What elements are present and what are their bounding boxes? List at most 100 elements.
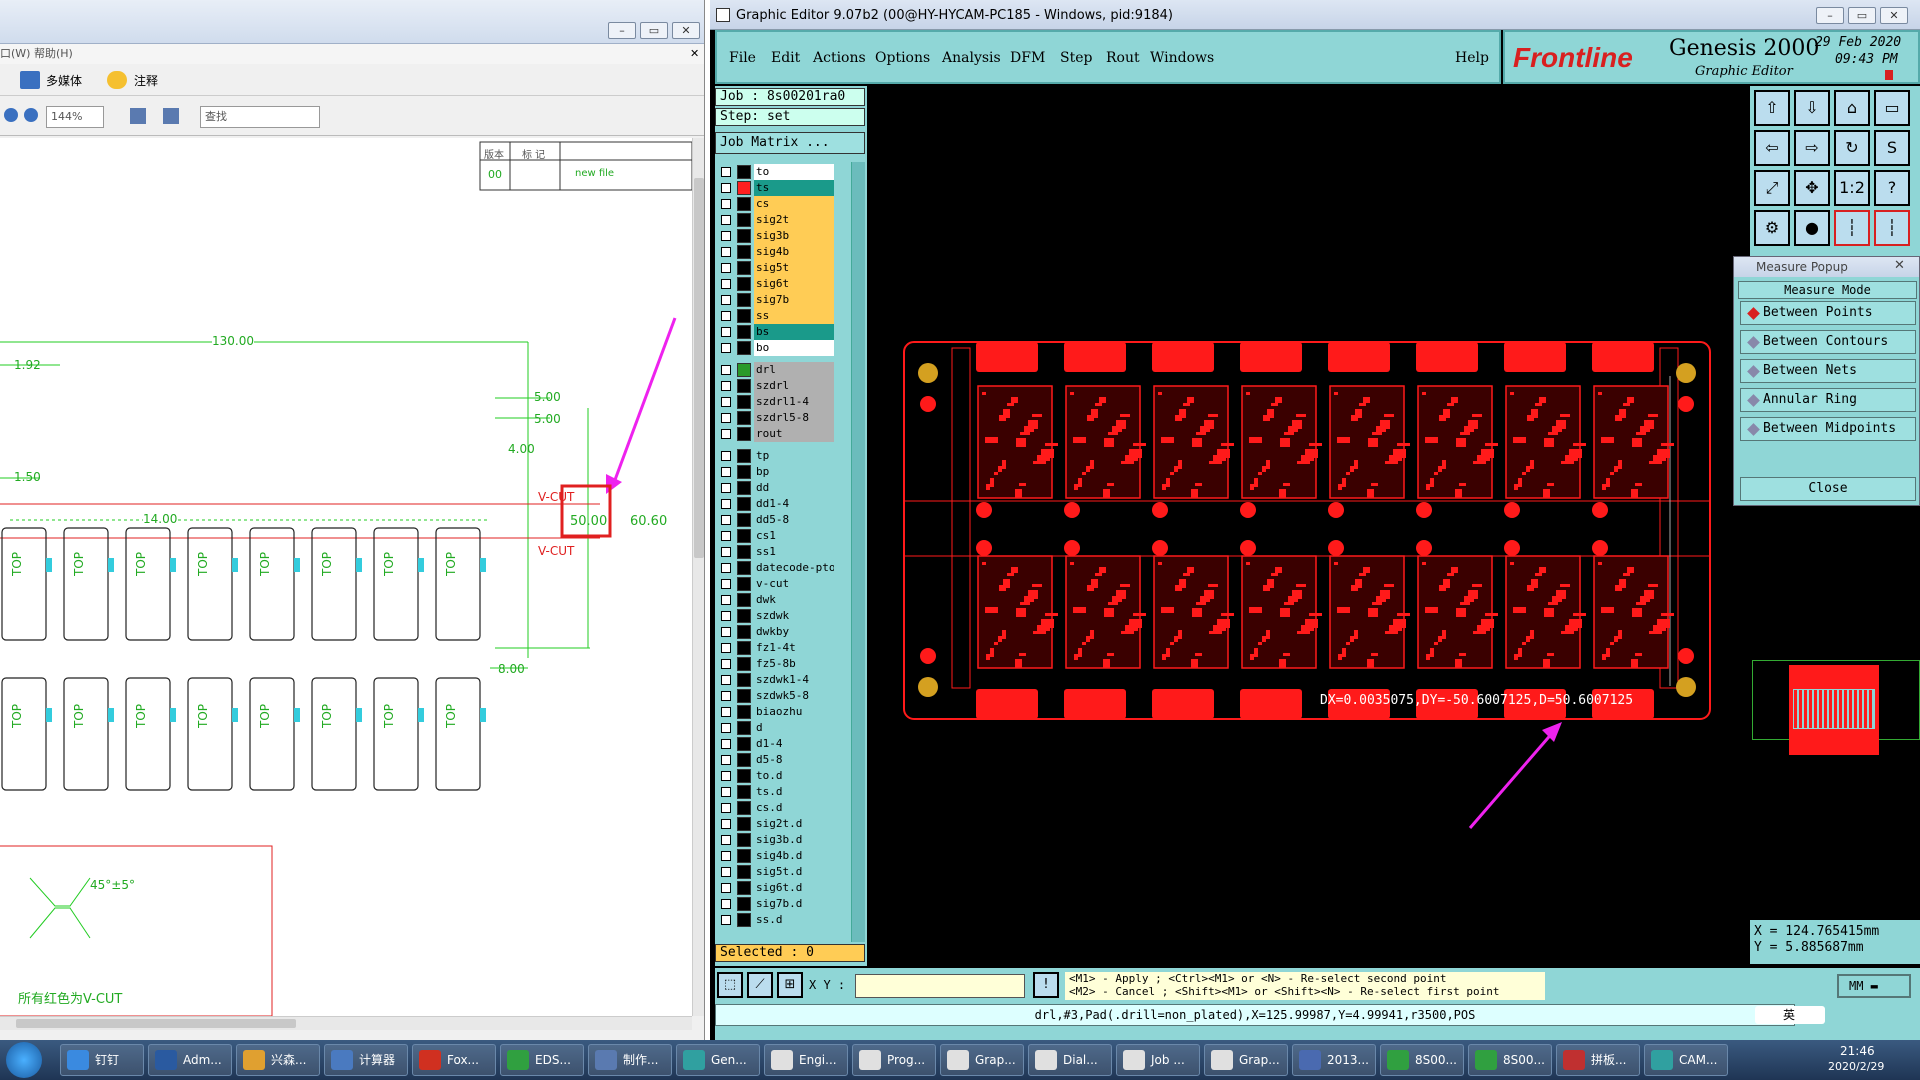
taskbar-item[interactable]: 8S00... <box>1380 1044 1464 1076</box>
layer-checkbox[interactable] <box>721 835 731 845</box>
layer-row[interactable]: sig2t.d <box>717 816 837 832</box>
grid-icon[interactable]: ⊞ <box>777 972 803 998</box>
layer-row[interactable]: fz5-8b <box>717 656 837 672</box>
pdf-horizontal-scrollbar[interactable] <box>0 1016 692 1030</box>
layer-checkbox[interactable] <box>721 215 731 225</box>
layer-checkbox[interactable] <box>721 295 731 305</box>
select-tool-icon[interactable]: ⬚ <box>717 972 743 998</box>
between-nets-option[interactable]: Between Nets <box>1740 359 1916 383</box>
layer-checkbox[interactable] <box>721 659 731 669</box>
pan-left-icon[interactable]: ⇦ <box>1754 130 1790 166</box>
layer-checkbox[interactable] <box>721 167 731 177</box>
zoom-home-icon[interactable]: ⇧ <box>1754 90 1790 126</box>
layer-row[interactable]: cs.d <box>717 800 837 816</box>
taskbar-item[interactable]: Job ... <box>1116 1044 1200 1076</box>
annular-ring-option[interactable]: Annular Ring <box>1740 388 1916 412</box>
menu-text[interactable]: 口(W) 帮助(H) <box>0 47 73 60</box>
menu-options[interactable]: Options <box>875 50 930 66</box>
taskbar-item[interactable]: 兴森... <box>236 1044 320 1076</box>
layer-row[interactable]: fz1-4t <box>717 640 837 656</box>
mini-map[interactable] <box>1752 660 1920 755</box>
fit-width-icon[interactable] <box>163 108 179 124</box>
layer-checkbox[interactable] <box>721 199 731 209</box>
between-midpoints-option[interactable]: Between Midpoints <box>1740 417 1916 441</box>
layer-row[interactable]: to.d <box>717 768 837 784</box>
layer-row[interactable]: cs <box>717 196 837 212</box>
layer-checkbox[interactable] <box>721 547 731 557</box>
layer-row[interactable]: to <box>717 164 837 180</box>
menu-rout[interactable]: Rout <box>1106 50 1140 66</box>
layer-row[interactable]: sig2t <box>717 212 837 228</box>
pan-right-icon[interactable]: ⇨ <box>1794 130 1830 166</box>
layer-row[interactable]: sig4b.d <box>717 848 837 864</box>
layer-checkbox[interactable] <box>721 247 731 257</box>
layer-checkbox[interactable] <box>721 675 731 685</box>
menu-edit[interactable]: Edit <box>771 50 800 66</box>
layer-checkbox[interactable] <box>721 451 731 461</box>
find-input[interactable]: 查找 <box>200 106 320 128</box>
layer-row[interactable]: sig3b.d <box>717 832 837 848</box>
layer-row[interactable]: v-cut <box>717 576 837 592</box>
layer-checkbox[interactable] <box>721 429 731 439</box>
doc-close-icon[interactable]: ✕ <box>690 44 699 64</box>
minimize-button[interactable]: – <box>608 22 636 39</box>
layer-checkbox[interactable] <box>721 327 731 337</box>
layer-checkbox[interactable] <box>721 883 731 893</box>
between-contours-option[interactable]: Between Contours <box>1740 330 1916 354</box>
layer-row[interactable]: biaozhu <box>717 704 837 720</box>
info-icon[interactable]: ! <box>1033 972 1059 998</box>
ruler-icon[interactable]: ┆ <box>1834 210 1870 246</box>
layer-checkbox[interactable] <box>721 397 731 407</box>
genesis-close-button[interactable]: ✕ <box>1880 7 1908 24</box>
units-selector[interactable]: MM ▬ <box>1837 974 1911 998</box>
taskbar-item[interactable]: Engi... <box>764 1044 848 1076</box>
layer-checkbox[interactable] <box>721 595 731 605</box>
measure-tool-icon[interactable]: ● <box>1794 210 1830 246</box>
layer-checkbox[interactable] <box>721 723 731 733</box>
menu-analysis[interactable]: Analysis <box>942 50 1001 66</box>
layer-checkbox[interactable] <box>721 867 731 877</box>
layer-row[interactable]: szdwk <box>717 608 837 624</box>
layer-row[interactable]: d1-4 <box>717 736 837 752</box>
taskbar-item[interactable]: 拼板... <box>1556 1044 1640 1076</box>
layer-checkbox[interactable] <box>721 707 731 717</box>
layer-checkbox[interactable] <box>721 499 731 509</box>
layer-checkbox[interactable] <box>721 739 731 749</box>
menu-actions[interactable]: Actions <box>813 50 866 66</box>
taskbar-item[interactable]: Grap... <box>940 1044 1024 1076</box>
layer-row[interactable]: tp <box>717 448 837 464</box>
layer-row[interactable]: dwk <box>717 592 837 608</box>
layer-row[interactable]: sig6t.d <box>717 880 837 896</box>
taskbar-item[interactable]: 计算器 <box>324 1044 408 1076</box>
layer-checkbox[interactable] <box>721 579 731 589</box>
redraw-icon[interactable]: ↻ <box>1834 130 1870 166</box>
zoom-in-icon[interactable] <box>24 108 38 122</box>
settings-icon[interactable]: ⚙ <box>1754 210 1790 246</box>
measure-popup-close-icon[interactable]: ✕ <box>1894 258 1905 273</box>
layer-row[interactable]: dd5-8 <box>717 512 837 528</box>
layer-checkbox[interactable] <box>721 771 731 781</box>
layer-row[interactable]: sig5t.d <box>717 864 837 880</box>
genesis-minimize-button[interactable]: – <box>1816 7 1844 24</box>
layer-checkbox[interactable] <box>721 627 731 637</box>
layer-row[interactable]: szdrl5-8 <box>717 410 837 426</box>
start-button[interactable] <box>6 1042 42 1078</box>
home-icon[interactable]: ⌂ <box>1834 90 1870 126</box>
layer-row[interactable]: sig6t <box>717 276 837 292</box>
layer-checkbox[interactable] <box>721 413 731 423</box>
layer-row[interactable]: dd <box>717 480 837 496</box>
layer-checkbox[interactable] <box>721 263 731 273</box>
layer-row[interactable]: sig3b <box>717 228 837 244</box>
taskbar-item[interactable]: Dial... <box>1028 1044 1112 1076</box>
zoom-field[interactable]: 144% <box>46 106 104 128</box>
taskbar-item[interactable]: 2013... <box>1292 1044 1376 1076</box>
fit-page-icon[interactable] <box>130 108 146 124</box>
layer-row[interactable]: ss1 <box>717 544 837 560</box>
layer-checkbox[interactable] <box>721 819 731 829</box>
scale-icon[interactable]: 1:2 <box>1834 170 1870 206</box>
menu-windows[interactable]: Windows <box>1150 50 1214 66</box>
layer-row[interactable]: sig5t <box>717 260 837 276</box>
job-matrix-button[interactable]: Job Matrix ... <box>715 132 865 154</box>
taskbar-item[interactable]: Fox... <box>412 1044 496 1076</box>
layer-row[interactable]: cs1 <box>717 528 837 544</box>
